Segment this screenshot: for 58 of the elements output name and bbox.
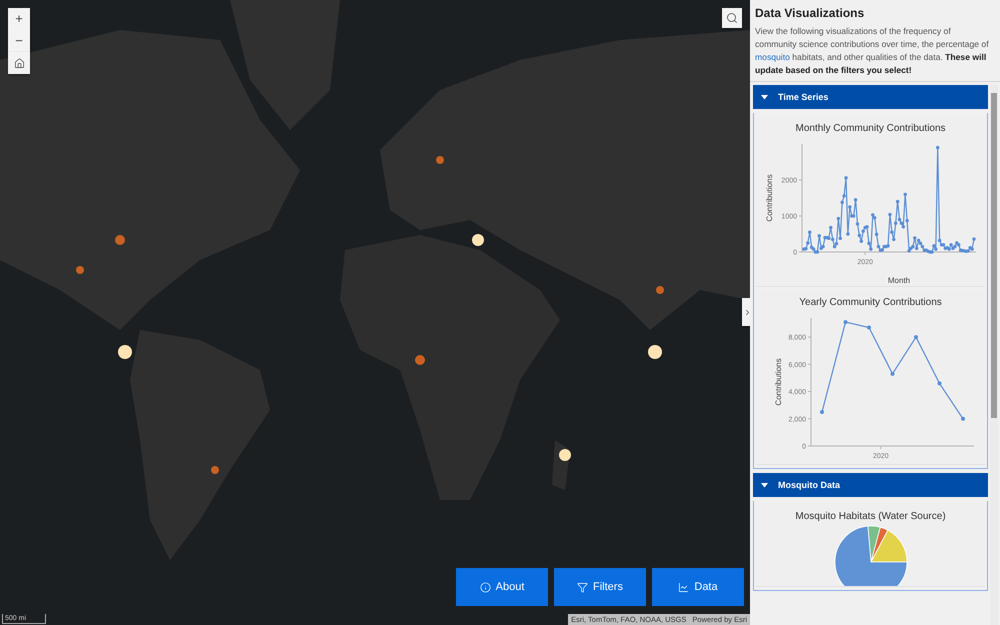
data-point bbox=[859, 240, 863, 243]
search-icon bbox=[726, 12, 738, 24]
panel-title: Data Visualizations bbox=[755, 6, 866, 20]
axis-title: Month bbox=[887, 276, 910, 285]
data-point bbox=[937, 381, 942, 386]
data-point bbox=[853, 198, 857, 202]
home-button[interactable] bbox=[8, 52, 30, 74]
chart-icon bbox=[678, 582, 690, 592]
funnel-icon bbox=[577, 582, 588, 592]
chart-title: Monthly Community Contributions bbox=[796, 123, 946, 134]
data-point bbox=[838, 236, 842, 240]
data-point bbox=[836, 216, 840, 220]
zoom-out-button[interactable]: − bbox=[8, 30, 30, 52]
data-point bbox=[828, 226, 832, 230]
data-point bbox=[890, 372, 894, 376]
map-button[interactable]: Filters bbox=[554, 568, 646, 606]
map-button[interactable]: About bbox=[456, 568, 548, 606]
zoom-in-button[interactable]: + bbox=[8, 8, 30, 30]
data-point bbox=[888, 212, 892, 216]
panel-description: View the following visualizations of the frequency of community science contributions over time, the percentage of mosquito habitats, and other qualities of the data. These will update based on the filters you select! bbox=[755, 25, 990, 77]
chart-title: Yearly Community Contributions bbox=[799, 297, 942, 308]
data-point bbox=[890, 230, 894, 234]
data-point bbox=[895, 200, 899, 204]
data-point bbox=[904, 218, 908, 222]
data-point bbox=[936, 146, 939, 150]
axis-title: Contributions bbox=[774, 358, 783, 406]
caret-icon bbox=[761, 482, 768, 488]
data-point bbox=[817, 234, 820, 238]
data-point bbox=[844, 176, 848, 180]
data-point bbox=[866, 326, 871, 330]
section-header[interactable]: Mosquito Data bbox=[753, 473, 988, 497]
data-point bbox=[903, 192, 906, 196]
data-point bbox=[914, 335, 918, 340]
caret-icon bbox=[761, 94, 768, 100]
data-point bbox=[868, 247, 872, 251]
search-button[interactable] bbox=[722, 8, 742, 28]
data-point bbox=[892, 238, 895, 242]
expand-button[interactable] bbox=[742, 298, 750, 326]
data-point bbox=[866, 242, 870, 246]
data-point bbox=[855, 222, 859, 226]
data-point bbox=[843, 320, 848, 324]
data-point bbox=[960, 416, 965, 421]
data-point bbox=[874, 232, 878, 236]
chart-title: Mosquito Habitats (Water Source) bbox=[795, 511, 946, 522]
scrollbar[interactable] bbox=[990, 85, 998, 625]
home-icon bbox=[14, 58, 24, 68]
data-point bbox=[840, 200, 844, 204]
data-point bbox=[842, 194, 846, 198]
axis-title: Contributions bbox=[764, 174, 774, 222]
data-point bbox=[848, 205, 852, 209]
section-header[interactable]: Time Series bbox=[753, 85, 988, 109]
data-point bbox=[820, 410, 824, 414]
data-point bbox=[972, 237, 976, 241]
map-button[interactable]: Data bbox=[652, 568, 744, 606]
info-icon bbox=[480, 582, 491, 592]
data-point bbox=[846, 232, 850, 236]
mosquito-link[interactable]: mosquito bbox=[755, 52, 790, 62]
data-point bbox=[808, 230, 811, 234]
